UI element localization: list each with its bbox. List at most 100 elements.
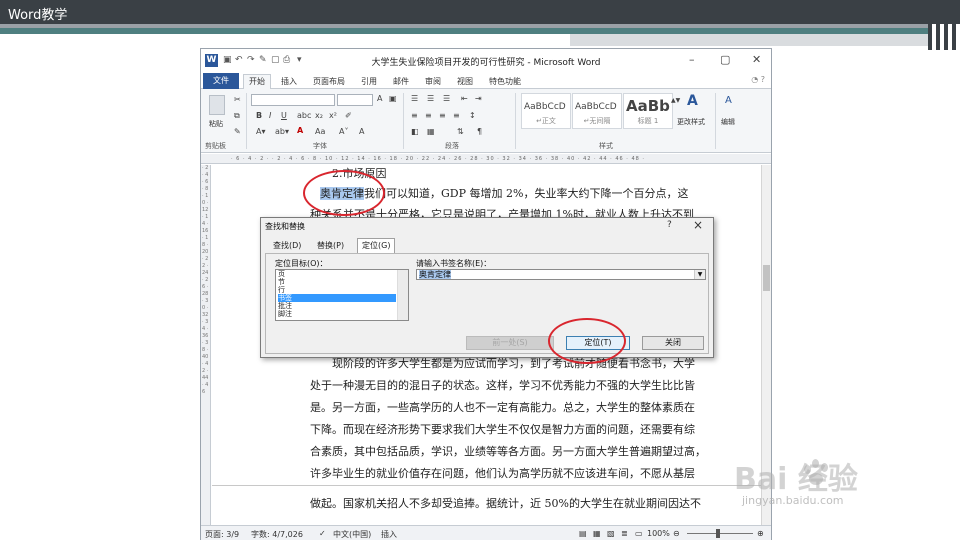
bold-icon[interactable]: B bbox=[256, 111, 262, 120]
maximize-icon[interactable]: ▢ bbox=[720, 53, 730, 66]
shading-icon[interactable]: ◧ bbox=[411, 127, 419, 136]
tab-page-layout[interactable]: 页面布局 bbox=[313, 75, 345, 89]
proofing-icon[interactable]: ✓ bbox=[319, 529, 326, 538]
list-item-selected[interactable]: 书签 bbox=[278, 294, 396, 302]
view-print-layout-icon[interactable]: ▤ bbox=[579, 529, 587, 538]
list-scrollbar[interactable] bbox=[397, 270, 408, 320]
align-center-icon[interactable]: ≡ bbox=[425, 111, 432, 120]
help-icon[interactable]: ◔ ? bbox=[751, 75, 765, 84]
edit-label[interactable]: 编辑 bbox=[721, 117, 735, 127]
scroll-thumb[interactable] bbox=[763, 265, 770, 291]
bookmark-name-value: 奥肯定律 bbox=[419, 270, 451, 279]
zoom-slider[interactable] bbox=[687, 533, 753, 534]
tab-review[interactable]: 审阅 bbox=[425, 75, 441, 89]
paste-icon[interactable] bbox=[209, 95, 225, 115]
annotation-circle bbox=[303, 170, 385, 216]
show-marks-icon[interactable]: ¶ bbox=[477, 127, 482, 136]
dialog-help-button[interactable]: ? bbox=[667, 220, 672, 230]
style-no-spacing[interactable]: AaBbCcD ↵无间隔 bbox=[572, 93, 622, 129]
cut-icon[interactable]: ✂ bbox=[234, 95, 241, 104]
view-outline-icon[interactable]: ≣ bbox=[621, 529, 628, 538]
format-painter-tool-icon[interactable]: ✎ bbox=[234, 127, 241, 136]
doc-line-9: 做起。国家机关招人不多却受追捧。据统计，近 50%的大学生在就业期间因达不 bbox=[310, 497, 701, 510]
status-words[interactable]: 字数: 4/7,026 bbox=[251, 529, 303, 540]
previous-button[interactable]: 前一处(S) bbox=[466, 336, 554, 350]
list-item[interactable]: 批注 bbox=[278, 302, 396, 310]
view-web-icon[interactable]: ▧ bbox=[607, 529, 615, 538]
highlight-icon[interactable]: ab▾ bbox=[275, 127, 289, 136]
zoom-level[interactable]: 100% bbox=[647, 529, 670, 538]
text-effects-icon[interactable]: A▾ bbox=[256, 127, 266, 136]
tab-goto[interactable]: 定位(G) bbox=[357, 238, 396, 253]
justify-icon[interactable]: ≡ bbox=[453, 111, 460, 120]
font-dialog-icon[interactable]: ▣ bbox=[389, 94, 397, 103]
sort-icon[interactable]: ⇅ bbox=[457, 127, 464, 136]
edit-icon[interactable]: A bbox=[725, 95, 732, 106]
borders-icon[interactable]: ▦ bbox=[427, 127, 435, 136]
clear-format-icon[interactable]: ✐ bbox=[345, 111, 352, 120]
font-name-combo[interactable] bbox=[251, 94, 335, 106]
tab-replace[interactable]: 替换(P) bbox=[313, 239, 348, 253]
subscript-icon[interactable]: x₂ bbox=[315, 111, 323, 120]
close-button[interactable]: 关闭 bbox=[642, 336, 704, 350]
goto-target-list[interactable]: 页 节 行 书签 批注 脚注 bbox=[275, 269, 409, 321]
slide-header: Word教学 bbox=[0, 0, 960, 24]
style-heading-1[interactable]: AaBb 标题 1 bbox=[623, 93, 673, 129]
horizontal-ruler[interactable]: · 6 · 4 · 2 · · 2 · 4 · 6 · 8 · 10 · 12 … bbox=[201, 154, 771, 164]
slide-title: Word教学 bbox=[8, 8, 68, 23]
shrink-font-icon[interactable]: A˅ bbox=[339, 127, 348, 136]
increase-indent-icon[interactable]: ⇥ bbox=[475, 94, 482, 103]
copy-icon[interactable]: ⧉ bbox=[234, 111, 240, 121]
zoom-out-icon[interactable]: ⊖ bbox=[673, 529, 680, 538]
tab-view[interactable]: 视图 bbox=[457, 75, 473, 89]
view-full-screen-icon[interactable]: ▦ bbox=[593, 529, 601, 538]
bookmark-name-combo[interactable]: 奥肯定律 ▼ bbox=[416, 269, 706, 280]
align-right-icon[interactable]: ≡ bbox=[439, 111, 446, 120]
status-page[interactable]: 页面: 3/9 bbox=[205, 529, 239, 540]
list-item[interactable]: 脚注 bbox=[278, 310, 396, 318]
italic-icon[interactable]: I bbox=[269, 111, 271, 120]
minimize-icon[interactable]: – bbox=[689, 53, 695, 66]
tab-home[interactable]: 开始 bbox=[243, 74, 271, 89]
decrease-indent-icon[interactable]: ⇤ bbox=[461, 94, 468, 103]
char-border-icon[interactable]: A bbox=[359, 127, 364, 136]
numbering-icon[interactable]: ☰ bbox=[427, 94, 434, 103]
tab-mailings[interactable]: 邮件 bbox=[393, 75, 409, 89]
tab-special[interactable]: 特色功能 bbox=[489, 75, 521, 89]
font-size-combo[interactable] bbox=[337, 94, 373, 106]
styles-more-icon[interactable]: ▲▼ bbox=[671, 97, 680, 104]
close-window-icon[interactable]: ✕ bbox=[752, 53, 761, 66]
dialog-close-icon[interactable]: × bbox=[693, 218, 703, 232]
change-styles-icon[interactable]: A bbox=[687, 93, 698, 109]
style-normal[interactable]: AaBbCcD ↵正文 bbox=[521, 93, 571, 129]
vertical-ruler[interactable]: · 2 · 4 · 6 · 8 · 10 · 12 · 14 · 16 · 18… bbox=[201, 165, 211, 525]
multilevel-list-icon[interactable]: ☰ bbox=[443, 94, 450, 103]
list-item[interactable]: 行 bbox=[278, 286, 396, 294]
tab-insert[interactable]: 插入 bbox=[281, 75, 297, 89]
zoom-slider-thumb[interactable] bbox=[716, 529, 720, 538]
font-color-icon[interactable]: A bbox=[297, 126, 303, 135]
chevron-down-icon[interactable]: ▼ bbox=[694, 270, 705, 279]
change-styles-label[interactable]: 更改样式 bbox=[677, 117, 705, 127]
change-case-icon[interactable]: Aa bbox=[315, 127, 325, 136]
strikethrough-icon[interactable]: abc bbox=[297, 111, 311, 120]
view-draft-icon[interactable]: ▭ bbox=[635, 529, 643, 538]
align-left-icon[interactable]: ≡ bbox=[411, 111, 418, 120]
line-spacing-icon[interactable]: ↕ bbox=[469, 111, 476, 120]
superscript-icon[interactable]: x² bbox=[329, 111, 337, 120]
style-name: 标题 1 bbox=[637, 117, 659, 125]
group-label-paragraph: 段落 bbox=[445, 142, 459, 150]
bullets-icon[interactable]: ☰ bbox=[411, 94, 418, 103]
zoom-in-icon[interactable]: ⊕ bbox=[757, 529, 764, 538]
status-language[interactable]: 中文(中国) bbox=[333, 529, 371, 540]
tab-file[interactable]: 文件 bbox=[203, 73, 239, 89]
list-item[interactable]: 节 bbox=[278, 278, 396, 286]
status-insert-mode[interactable]: 插入 bbox=[381, 529, 397, 540]
grow-font-icon[interactable]: A bbox=[377, 94, 382, 103]
underline-icon[interactable]: U bbox=[281, 111, 287, 120]
dialog-title: 查找和替换 bbox=[265, 222, 305, 231]
tab-find[interactable]: 查找(D) bbox=[269, 239, 305, 253]
tab-references[interactable]: 引用 bbox=[361, 75, 377, 89]
list-item[interactable]: 页 bbox=[278, 270, 396, 278]
paste-label[interactable]: 粘贴 bbox=[209, 119, 223, 129]
